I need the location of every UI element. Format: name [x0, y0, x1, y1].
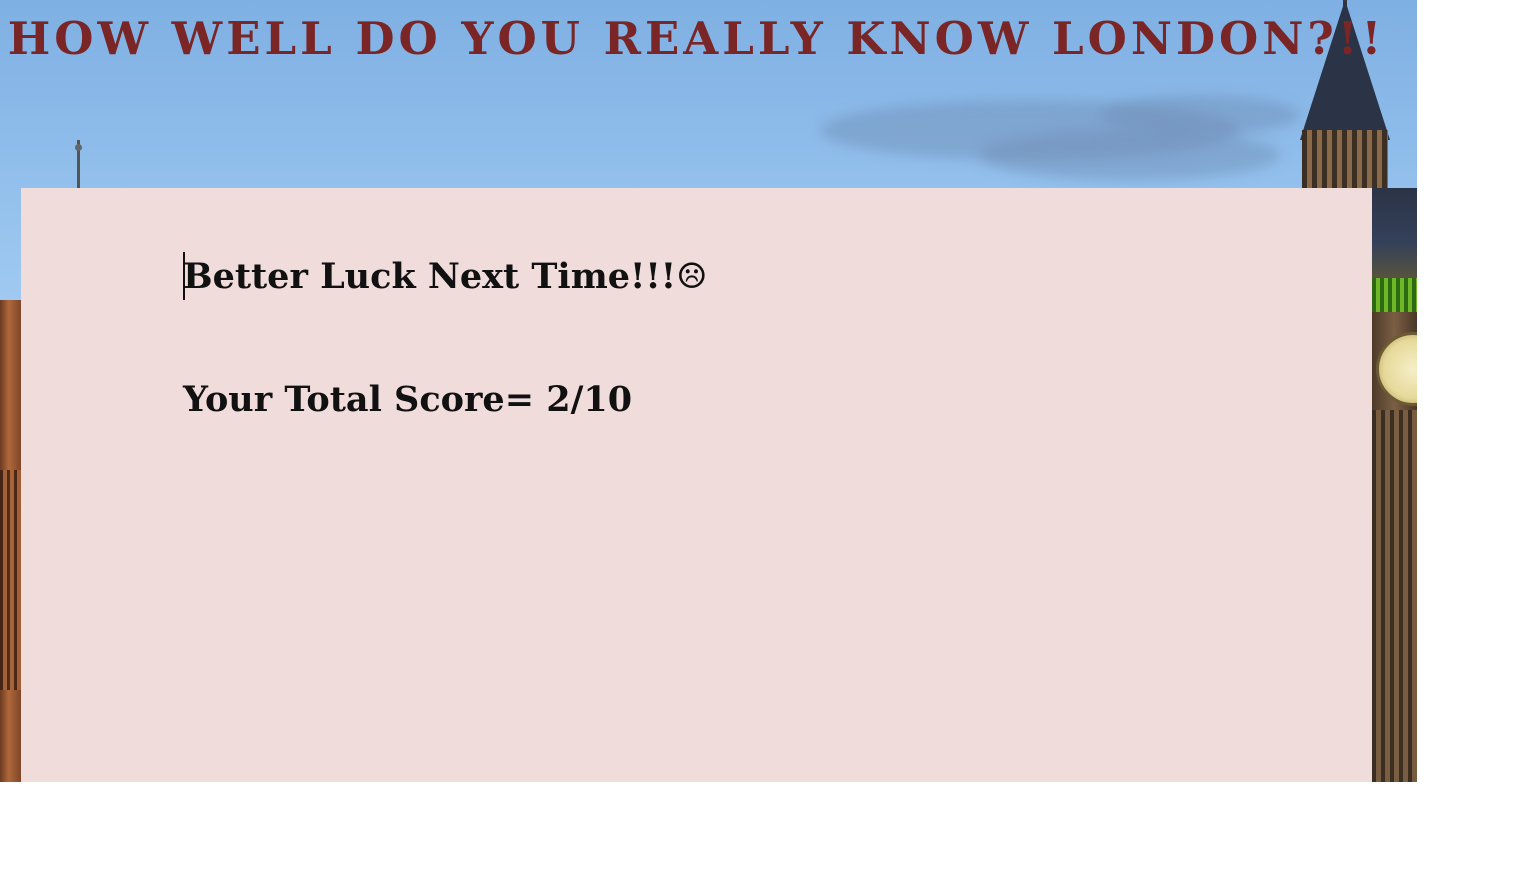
text-caret — [183, 252, 185, 300]
quiz-page: HOW WELL DO YOU REALLY KNOW LONDON?!! Be… — [0, 0, 1524, 872]
result-message: Better Luck Next Time!!!☹ — [183, 256, 708, 297]
total-score: Your Total Score= 2/10 — [183, 379, 633, 420]
result-card: Better Luck Next Time!!!☹ Your Total Sco… — [21, 188, 1372, 782]
page-title: HOW WELL DO YOU REALLY KNOW LONDON?!! — [7, 12, 1386, 65]
